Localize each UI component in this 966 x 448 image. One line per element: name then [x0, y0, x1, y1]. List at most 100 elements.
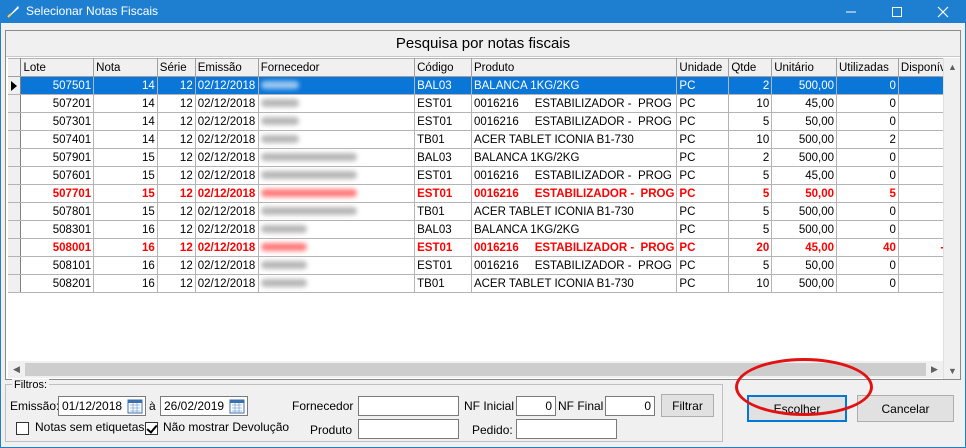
cell-codigo[interactable]: EST01	[414, 166, 472, 185]
cell-lote[interactable]: 507601	[20, 166, 95, 185]
table-row[interactable]: 507901 15 12 02/12/2018 BAL03 BALANCA 1KG/2KG…	[8, 148, 961, 167]
cell-emissao[interactable]: 02/12/2018	[195, 184, 259, 203]
row-indicator[interactable]	[8, 166, 22, 185]
cell-qtde[interactable]: 2	[728, 148, 773, 167]
cell-qtde[interactable]: 2	[728, 76, 773, 95]
scroll-right-button[interactable]: ▶	[926, 361, 943, 378]
nao-mostrar-devolucao-label[interactable]: Não mostrar Devolução	[163, 420, 289, 434]
table-row[interactable]: 507301 14 12 02/12/2018 EST01 0016216 ESTABIL…	[8, 112, 961, 131]
cell-nota[interactable]: 14	[93, 94, 158, 113]
escolher-button[interactable]: Escolher	[747, 395, 847, 422]
cell-nota[interactable]: 16	[93, 238, 158, 257]
cell-serie[interactable]: 12	[157, 238, 196, 257]
cell-qtde[interactable]: 5	[728, 202, 773, 221]
cell-fornecedor[interactable]	[258, 130, 416, 149]
cell-unitario[interactable]: 500,00	[771, 130, 837, 149]
cell-produto[interactable]: 0016216 ESTABILIZADOR - PROG	[471, 166, 678, 185]
vertical-scrollbar[interactable]: ▲ ▼	[943, 58, 960, 379]
cell-utilizadas[interactable]: 0	[836, 148, 899, 167]
cell-nota[interactable]: 15	[93, 202, 158, 221]
cell-produto[interactable]: ACER TABLET ICONIA B1-730	[471, 274, 678, 293]
cell-unidade[interactable]: PC	[676, 184, 730, 203]
cell-lote[interactable]: 508201	[20, 274, 95, 293]
cell-nota[interactable]: 15	[93, 148, 158, 167]
cell-lote[interactable]: 508301	[20, 220, 95, 239]
cell-qtde[interactable]: 5	[728, 256, 773, 275]
cell-serie[interactable]: 12	[157, 148, 196, 167]
cell-emissao[interactable]: 02/12/2018	[195, 166, 259, 185]
minimize-button[interactable]	[828, 0, 874, 23]
cell-utilizadas[interactable]: 0	[836, 274, 899, 293]
cell-fornecedor[interactable]	[258, 112, 416, 131]
cell-utilizadas[interactable]: 40	[836, 238, 899, 257]
cell-nota[interactable]: 15	[93, 184, 158, 203]
cell-fornecedor[interactable]	[258, 220, 416, 239]
table-row[interactable]: 508301 16 12 02/12/2018 BAL03 BALANCA 1KG/2KG…	[8, 220, 961, 239]
cell-unidade[interactable]: PC	[676, 238, 730, 257]
cell-qtde[interactable]: 5	[728, 112, 773, 131]
column-header-fornecedor[interactable]: Fornecedor	[258, 58, 416, 77]
cell-emissao[interactable]: 02/12/2018	[195, 274, 259, 293]
cell-fornecedor[interactable]	[258, 76, 416, 95]
cell-lote[interactable]: 507201	[20, 94, 95, 113]
cell-produto[interactable]: BALANCA 1KG/2KG	[471, 76, 678, 95]
row-indicator[interactable]	[8, 238, 22, 257]
cell-codigo[interactable]: BAL03	[414, 76, 472, 95]
cell-unitario[interactable]: 500,00	[771, 148, 837, 167]
cell-qtde[interactable]: 5	[728, 184, 773, 203]
cell-unitario[interactable]: 45,00	[771, 238, 837, 257]
cell-unidade[interactable]: PC	[676, 94, 730, 113]
cell-nota[interactable]: 16	[93, 256, 158, 275]
table-row[interactable]: 508001 16 12 02/12/2018 EST01 0016216 ESTABIL…	[8, 238, 961, 257]
cell-utilizadas[interactable]: 0	[836, 112, 899, 131]
notas-grid[interactable]: Lote Nota Série Emissão Fornecedor Códig…	[8, 58, 961, 293]
table-row[interactable]: 507401 14 12 02/12/2018 TB01 ACER TABLET ICON…	[8, 130, 961, 149]
cell-produto[interactable]: BALANCA 1KG/2KG	[471, 148, 678, 167]
cell-codigo[interactable]: EST01	[414, 238, 472, 257]
cell-utilizadas[interactable]: 0	[836, 220, 899, 239]
cell-unitario[interactable]: 500,00	[771, 220, 837, 239]
cell-unitario[interactable]: 50,00	[771, 256, 837, 275]
cell-utilizadas[interactable]: 0	[836, 256, 899, 275]
cell-fornecedor[interactable]	[258, 202, 416, 221]
cell-emissao[interactable]: 02/12/2018	[195, 130, 259, 149]
cell-produto[interactable]: 0016216 ESTABILIZADOR - PROG	[471, 238, 678, 257]
cell-codigo[interactable]: TB01	[414, 274, 472, 293]
cell-nota[interactable]: 14	[93, 112, 158, 131]
cell-utilizadas[interactable]: 5	[836, 184, 899, 203]
cell-fornecedor[interactable]	[258, 166, 416, 185]
row-indicator[interactable]	[8, 76, 22, 95]
cell-nota[interactable]: 16	[93, 274, 158, 293]
cell-fornecedor[interactable]	[258, 184, 416, 203]
calendar-icon[interactable]	[228, 397, 246, 415]
row-indicator[interactable]	[8, 94, 22, 113]
table-row[interactable]: 507701 15 12 02/12/2018 EST01 0016216 ESTABIL…	[8, 184, 961, 203]
cell-lote[interactable]: 508101	[20, 256, 95, 275]
cell-emissao[interactable]: 02/12/2018	[195, 76, 259, 95]
cancelar-button[interactable]: Cancelar	[857, 395, 954, 422]
cell-unidade[interactable]: PC	[676, 274, 730, 293]
cell-serie[interactable]: 12	[157, 220, 196, 239]
cell-unidade[interactable]: PC	[676, 256, 730, 275]
cell-unitario[interactable]: 50,00	[771, 112, 837, 131]
column-header-lote[interactable]: Lote	[20, 58, 95, 77]
cell-utilizadas[interactable]: 2	[836, 130, 899, 149]
scroll-left-button[interactable]: ◀	[8, 361, 25, 378]
cell-fornecedor[interactable]	[258, 238, 416, 257]
cell-serie[interactable]: 12	[157, 184, 196, 203]
cell-serie[interactable]: 12	[157, 76, 196, 95]
nf-final-field[interactable]	[605, 396, 655, 416]
scroll-up-button[interactable]: ▲	[944, 58, 961, 75]
pedido-field[interactable]	[516, 419, 617, 439]
cell-codigo[interactable]: EST01	[414, 94, 472, 113]
cell-emissao[interactable]: 02/12/2018	[195, 94, 259, 113]
cell-codigo[interactable]: TB01	[414, 202, 472, 221]
cell-fornecedor[interactable]	[258, 94, 416, 113]
cell-serie[interactable]: 12	[157, 94, 196, 113]
table-row[interactable]: 507201 14 12 02/12/2018 EST01 0016216 ESTABIL…	[8, 94, 961, 113]
cell-emissao[interactable]: 02/12/2018	[195, 148, 259, 167]
cell-codigo[interactable]: EST01	[414, 184, 472, 203]
maximize-button[interactable]	[874, 0, 920, 23]
cell-produto[interactable]: ACER TABLET ICONIA B1-730	[471, 130, 678, 149]
cell-unitario[interactable]: 45,00	[771, 166, 837, 185]
